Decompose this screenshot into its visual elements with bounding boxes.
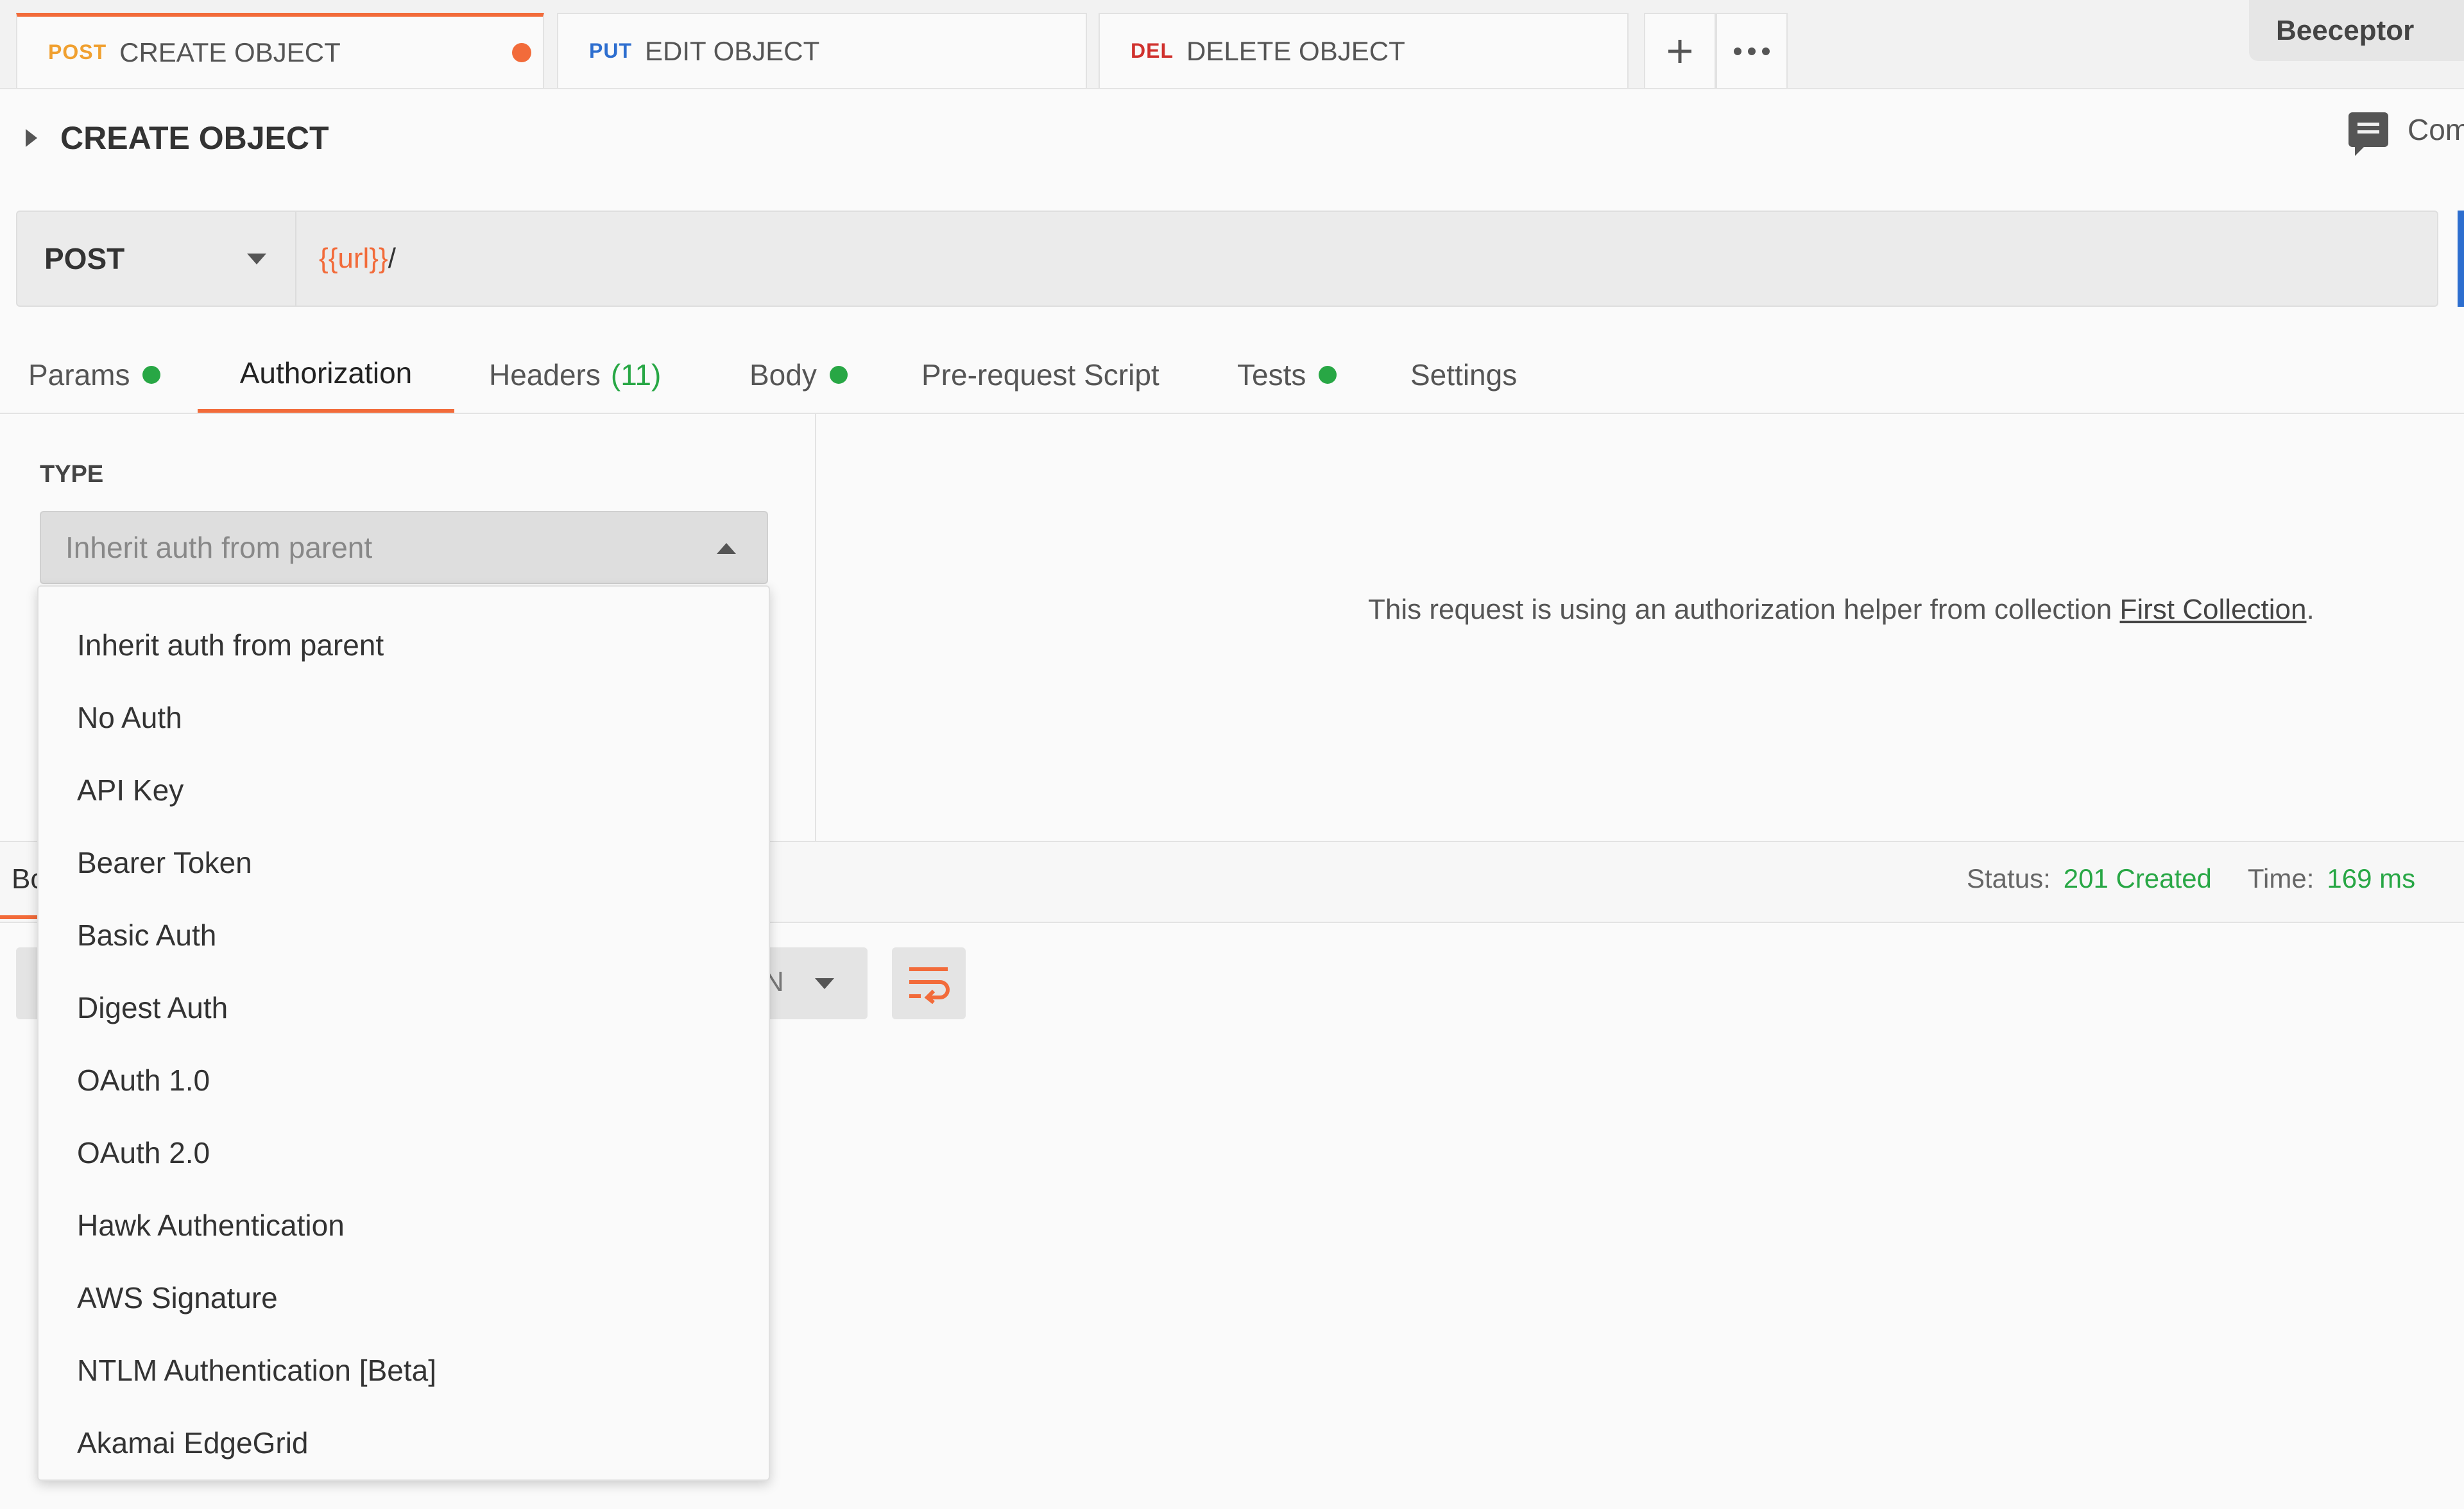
auth-option-oauth2[interactable]: OAuth 2.0: [77, 1116, 732, 1189]
method-value: POST: [44, 242, 125, 275]
url-variable: {{url}}: [319, 243, 388, 274]
tab-body[interactable]: Body: [749, 337, 848, 413]
auth-type-select[interactable]: Inherit auth from parent: [40, 511, 768, 584]
url-path: /: [388, 243, 396, 274]
request-title: CREATE OBJECT: [60, 120, 329, 156]
tab-delete-object[interactable]: DEL DELETE OBJECT: [1099, 13, 1629, 88]
chevron-down-icon: [247, 254, 266, 264]
tab-tests[interactable]: Tests: [1237, 337, 1337, 413]
comments-button[interactable]: Com: [2348, 112, 2464, 156]
auth-option-inherit[interactable]: Inherit auth from parent: [77, 608, 732, 681]
url-bar: POST {{url}} /: [16, 211, 2438, 307]
status-dot-icon: [142, 366, 161, 384]
tab-edit-object[interactable]: PUT EDIT OBJECT: [557, 13, 1087, 88]
chevron-up-icon: [717, 543, 736, 554]
tab-params[interactable]: Params: [28, 337, 161, 413]
tab-tests-label: Tests: [1237, 358, 1306, 392]
method-select[interactable]: POST: [17, 212, 296, 306]
tab-settings[interactable]: Settings: [1410, 337, 1517, 413]
status-dot-icon: [829, 366, 848, 384]
auth-option-bearer-token[interactable]: Bearer Token: [77, 826, 732, 899]
caret-right-icon: [26, 129, 37, 147]
tab-bar: POST CREATE OBJECT PUT EDIT OBJECT DEL D…: [0, 0, 2464, 89]
auth-helper-message: This request is using an authorization h…: [1368, 594, 2314, 626]
wrap-lines-icon: [909, 967, 950, 1004]
time-value: 169 ms: [2327, 863, 2416, 893]
tab-pre-request-script[interactable]: Pre-request Script: [921, 337, 1159, 413]
environment-name: Beeceptor: [2276, 14, 2415, 46]
auth-option-digest-auth[interactable]: Digest Auth: [77, 971, 732, 1044]
auth-option-basic-auth[interactable]: Basic Auth: [77, 899, 732, 971]
tab-label: DELETE OBJECT: [1186, 35, 1405, 66]
environment-selector[interactable]: Beeceptor: [2249, 0, 2464, 61]
status-value: 201 Created: [2063, 863, 2212, 893]
plus-icon: [1668, 39, 1691, 63]
headers-count: (11): [610, 358, 662, 392]
tab-settings-label: Settings: [1410, 358, 1518, 392]
comments-label: Com: [2408, 113, 2464, 146]
wrap-lines-button[interactable]: [892, 947, 966, 1019]
response-meta: Status: 201 Created Time: 169 ms: [1967, 863, 2415, 894]
auth-option-aws-signature[interactable]: AWS Signature: [77, 1261, 732, 1334]
request-tabs: Params Authorization Headers (11) Body Pr…: [0, 337, 2464, 414]
auth-option-oauth1[interactable]: OAuth 1.0: [77, 1044, 732, 1116]
auth-option-ntlm[interactable]: NTLM Authentication [Beta]: [77, 1334, 732, 1406]
tab-params-label: Params: [28, 358, 130, 392]
status-label: Status:: [1967, 863, 2051, 893]
tab-create-object[interactable]: POST CREATE OBJECT: [16, 13, 544, 88]
tab-label: EDIT OBJECT: [645, 35, 820, 66]
tab-authorization-label: Authorization: [239, 356, 413, 390]
chevron-down-icon: [815, 978, 834, 989]
auth-option-no-auth[interactable]: No Auth: [77, 681, 732, 754]
tab-authorization[interactable]: Authorization: [198, 337, 454, 413]
auth-type-dropdown: Inherit auth from parent No Auth API Key…: [37, 585, 770, 1481]
tab-method-badge: POST: [48, 40, 107, 64]
new-tab-button[interactable]: [1644, 13, 1716, 88]
send-button[interactable]: [2458, 211, 2464, 307]
tab-headers[interactable]: Headers (11): [489, 337, 661, 413]
collection-link[interactable]: First Collection: [2120, 594, 2307, 625]
tab-method-badge: PUT: [589, 39, 632, 62]
tab-pre-request-label: Pre-request Script: [921, 358, 1159, 392]
auth-type-label: TYPE: [40, 461, 104, 488]
request-title-toggle[interactable]: CREATE OBJECT: [26, 116, 329, 160]
comment-icon: [2348, 112, 2388, 156]
tab-headers-label: Headers: [489, 358, 601, 392]
tab-label: CREATE OBJECT: [119, 37, 341, 67]
auth-option-api-key[interactable]: API Key: [77, 754, 732, 826]
auth-message-text: This request is using an authorization h…: [1368, 594, 2120, 625]
tab-method-badge: DEL: [1131, 39, 1174, 62]
auth-option-akamai[interactable]: Akamai EdgeGrid: [77, 1406, 732, 1479]
time-label: Time:: [2247, 863, 2314, 893]
auth-type-value: Inherit auth from parent: [65, 531, 373, 564]
auth-option-hawk[interactable]: Hawk Authentication: [77, 1189, 732, 1261]
unsaved-indicator-icon: [512, 42, 531, 62]
more-tabs-button[interactable]: [1716, 13, 1788, 88]
auth-message-suffix: .: [2306, 594, 2314, 625]
status-dot-icon: [1319, 366, 1337, 384]
url-input[interactable]: {{url}} /: [319, 212, 396, 306]
ellipsis-icon: [1734, 47, 1770, 55]
tab-body-label: Body: [749, 358, 817, 392]
